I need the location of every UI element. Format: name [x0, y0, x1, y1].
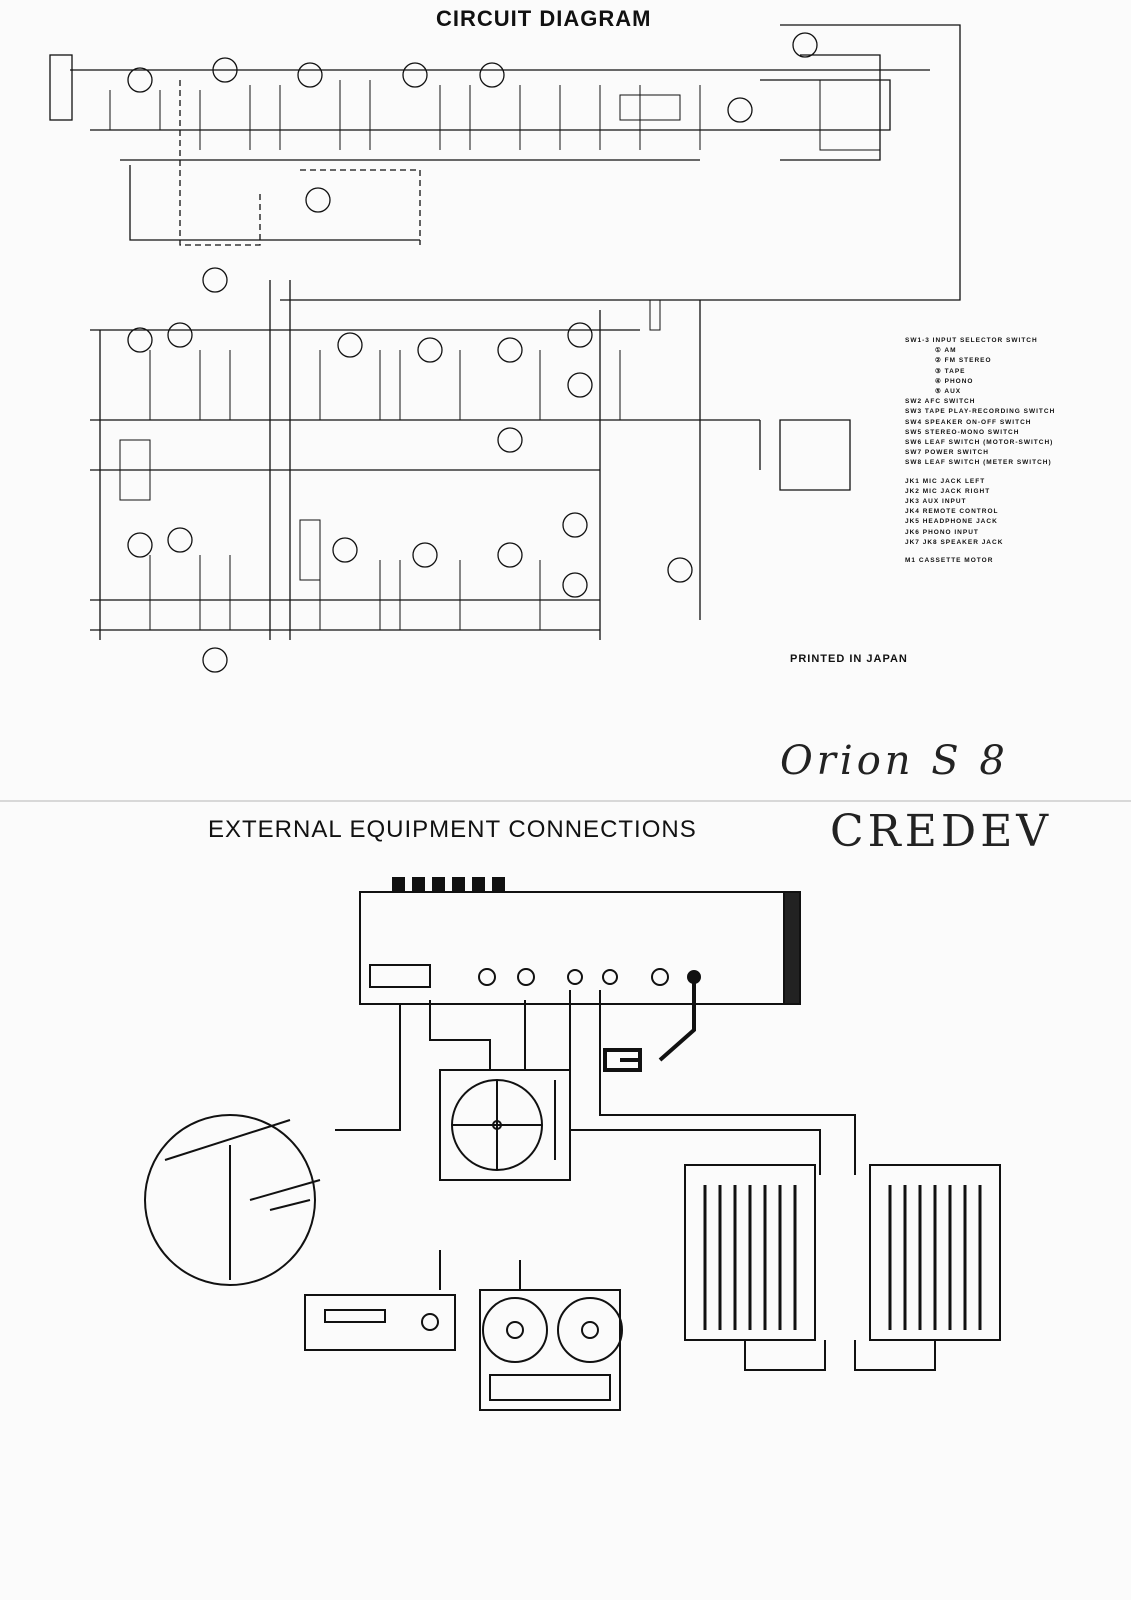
cassette-motor: [667, 557, 693, 583]
legend-item: SW5 STEREO-MONO SWITCH: [905, 428, 1020, 436]
legend-item: ② FM STEREO: [935, 357, 992, 365]
page-fold: [0, 800, 1131, 802]
printed-in-japan: PRINTED IN JAPAN: [790, 653, 908, 665]
legend-item: SW6 LEAF SWITCH (MOTOR-SWITCH): [905, 439, 1054, 447]
legend-item: JK1 MIC JACK LEFT: [905, 477, 986, 485]
legend-item: M1 CASSETTE MOTOR: [905, 557, 994, 565]
component-legend: SW1-3 INPUT SELECTOR SWITCH ① AM ② FM ST…: [905, 336, 1055, 566]
reel-to-reel-recorder: [479, 1289, 621, 1411]
legend-item: JK7 JK8 SPEAKER JACK: [905, 538, 1004, 546]
antenna-terminal: [49, 54, 73, 121]
legend-item: ④ PHONO: [935, 377, 974, 385]
legend-item: JK2 MIC JACK RIGHT: [905, 487, 991, 495]
power-transformer: [779, 419, 851, 491]
legend-item: SW1-3 INPUT SELECTOR SWITCH: [905, 337, 1038, 344]
legend-item: SW2 AFC SWITCH: [905, 398, 976, 406]
transistors: [127, 32, 818, 598]
legend-item: SW8 LEAF SWITCH (METER SWITCH): [905, 459, 1052, 467]
legend-item: SW4 SPEAKER ON-OFF SWITCH: [905, 418, 1032, 426]
equipment-illustration: [144, 877, 1001, 1411]
legend-item: JK3 AUX INPUT: [905, 498, 967, 506]
legend-item: JK5 HEADPHONE JACK: [905, 518, 998, 526]
legend-item: ⑤ AUX: [935, 388, 962, 396]
legend-item: JK4 REMOTE CONTROL: [905, 508, 999, 516]
legend-item: ① AM: [935, 347, 957, 355]
legend-item: JK6 PHONO INPUT: [905, 528, 979, 536]
handwritten-note: CREDEV: [830, 806, 1053, 857]
legend-item: SW7 POWER SWITCH: [905, 449, 989, 457]
handwritten-model: Orion S 8: [780, 738, 1009, 784]
jk6-jack: [202, 267, 228, 293]
legend-item: ③ TAPE: [935, 367, 966, 375]
legend-item: SW3 TAPE PLAY-RECORDING SWITCH: [905, 408, 1056, 416]
external-connections-title: EXTERNAL EQUIPMENT CONNECTIONS: [208, 816, 697, 843]
